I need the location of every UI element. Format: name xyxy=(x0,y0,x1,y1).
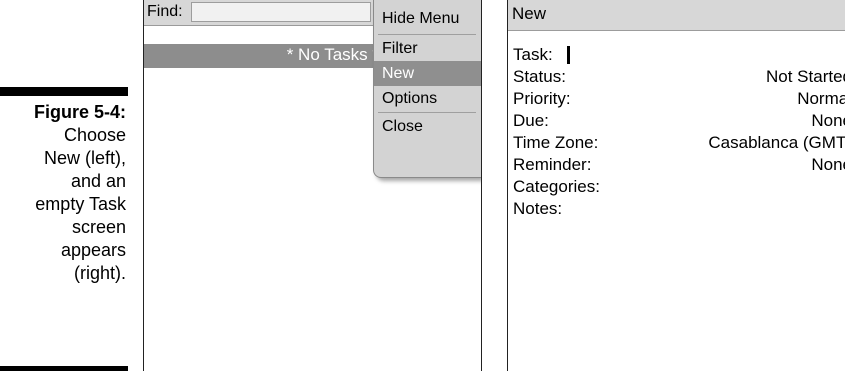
notes-field[interactable]: Notes: xyxy=(513,198,845,220)
menu-separator xyxy=(378,112,476,113)
due-field[interactable]: Due: None xyxy=(513,110,845,132)
figure-label: Figure 5-4: xyxy=(33,102,126,122)
text-cursor xyxy=(567,46,570,64)
title-bar: New xyxy=(508,0,845,31)
priority-label: Priority: xyxy=(513,89,571,108)
caption-bottom-rule xyxy=(0,366,128,371)
due-value[interactable]: None xyxy=(811,110,845,132)
caption-line: appears xyxy=(60,240,126,260)
figure-caption: Figure 5-4: Choose New (left), and an em… xyxy=(0,101,126,285)
empty-list-message: * No Tasks * xyxy=(286,45,379,64)
caption-line: and an xyxy=(70,171,126,191)
task-list-screen: Find: * No Tasks * Hide Menu Filter New … xyxy=(143,0,482,371)
notes-label: Notes: xyxy=(513,199,563,218)
new-task-screen: New Task: Status: Not Started Priority: … xyxy=(507,0,845,371)
menu-separator xyxy=(378,34,476,35)
menu-item-filter[interactable]: Filter xyxy=(374,36,481,61)
status-label: Status: xyxy=(513,67,566,86)
screen-title: New xyxy=(512,4,547,23)
time-zone-field[interactable]: Time Zone: Casablanca (GMT) xyxy=(513,132,845,154)
status-field[interactable]: Status: Not Started xyxy=(513,66,845,88)
task-label: Task: xyxy=(513,45,553,64)
find-input[interactable] xyxy=(191,2,371,22)
menu-item-options[interactable]: Options xyxy=(374,86,481,111)
caption-line: empty Task xyxy=(35,194,126,214)
caption-line: Choose xyxy=(63,125,126,145)
reminder-label: Reminder: xyxy=(513,155,592,174)
reminder-field[interactable]: Reminder: None xyxy=(513,154,845,176)
categories-field[interactable]: Categories: xyxy=(513,176,845,198)
priority-value[interactable]: Normal xyxy=(797,88,845,110)
caption-line: New (left), xyxy=(43,148,126,168)
caption-line: (right). xyxy=(73,263,126,283)
menu-item-close[interactable]: Close xyxy=(374,114,481,139)
task-field[interactable]: Task: xyxy=(513,44,845,66)
menu-item-new[interactable]: New xyxy=(374,61,481,86)
time-zone-label: Time Zone: xyxy=(513,133,599,152)
caption-line: screen xyxy=(71,217,126,237)
menu-item-hide-menu[interactable]: Hide Menu xyxy=(374,6,481,31)
caption-top-rule xyxy=(0,87,128,96)
reminder-value[interactable]: None xyxy=(811,154,845,176)
time-zone-value[interactable]: Casablanca (GMT) xyxy=(708,132,845,154)
context-menu: Hide Menu Filter New Options Close xyxy=(373,0,481,178)
categories-label: Categories: xyxy=(513,177,600,196)
due-label: Due: xyxy=(513,111,549,130)
status-value[interactable]: Not Started xyxy=(766,66,845,88)
find-label: Find: xyxy=(147,3,183,20)
priority-field[interactable]: Priority: Normal xyxy=(513,88,845,110)
